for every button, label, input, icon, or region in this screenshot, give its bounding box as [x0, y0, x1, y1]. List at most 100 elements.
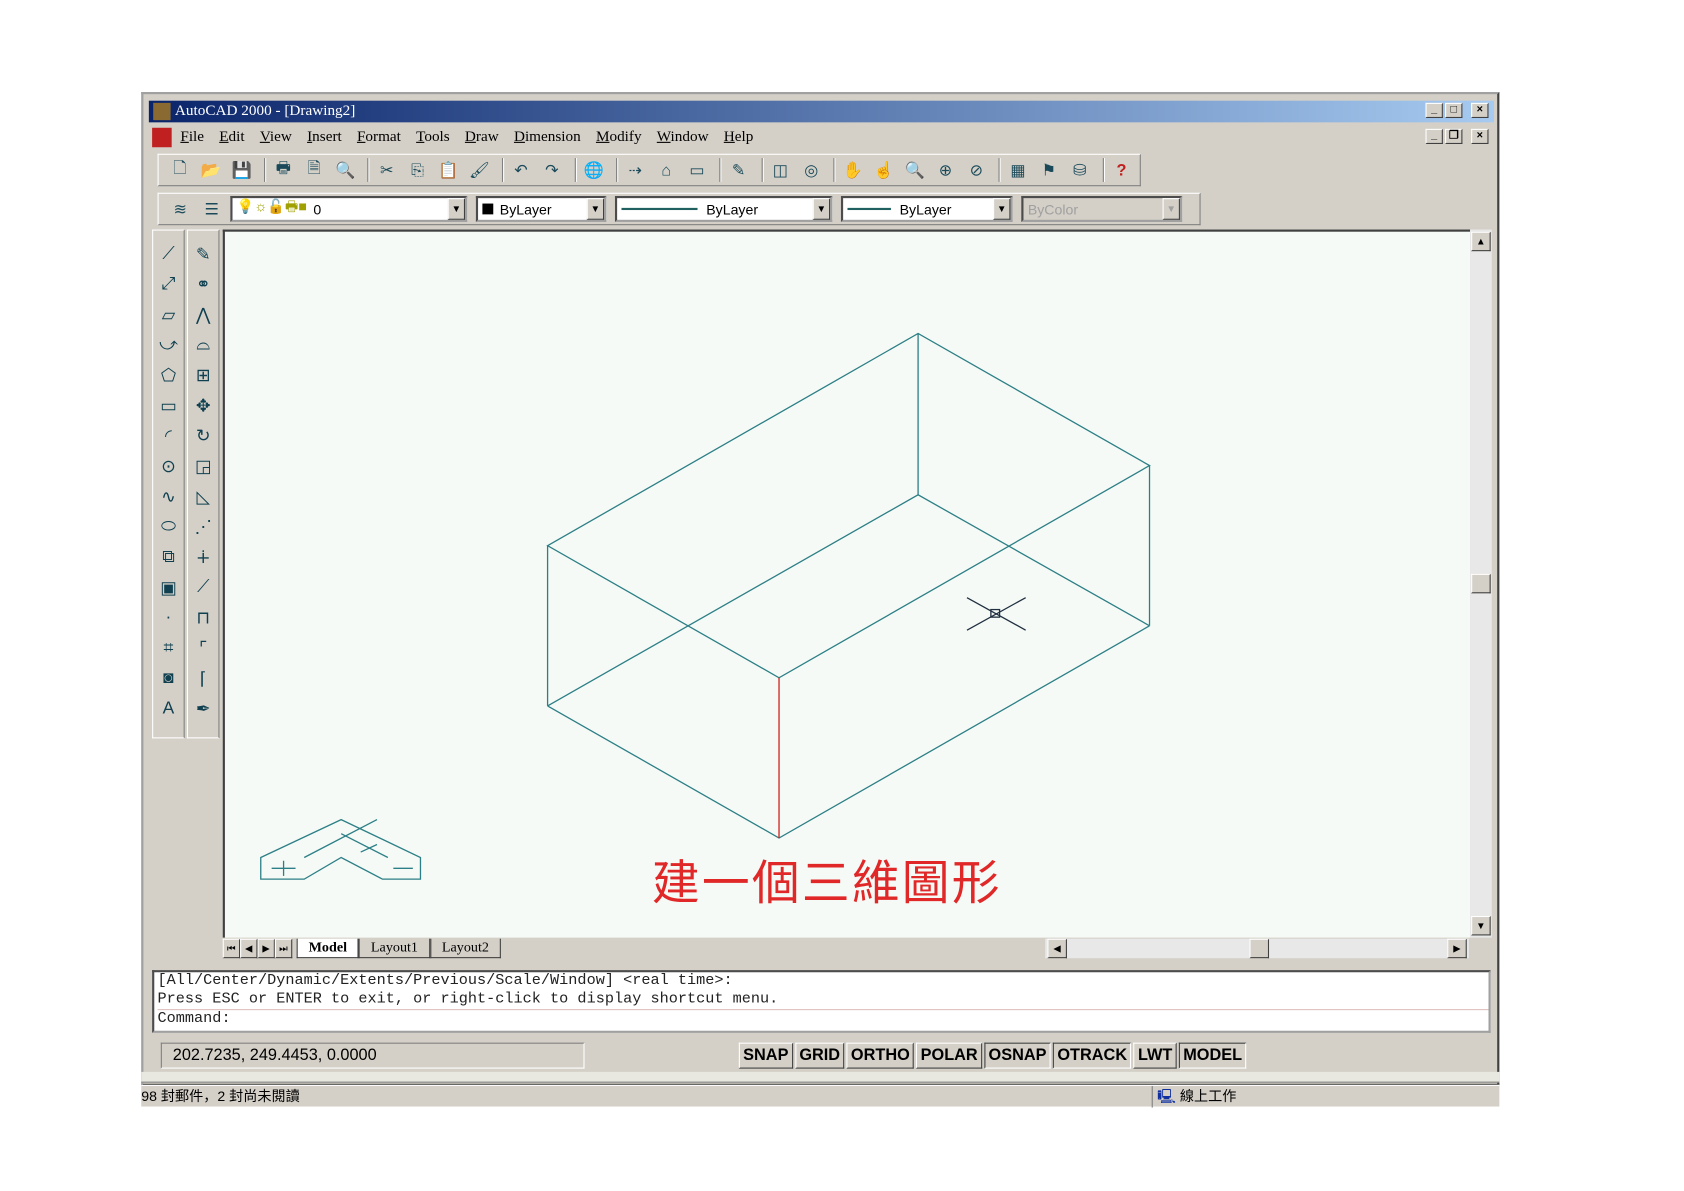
- save-icon[interactable]: 💾: [229, 158, 254, 182]
- layers-icon[interactable]: ☰: [199, 197, 225, 221]
- hatch-icon[interactable]: ⌗: [153, 634, 183, 662]
- undo-icon[interactable]: ↶: [508, 158, 533, 182]
- polyline-icon[interactable]: ▱: [153, 301, 183, 329]
- redraw-icon[interactable]: ✎: [726, 158, 751, 182]
- rectangle-icon[interactable]: ▭: [153, 392, 183, 420]
- vertical-scrollbar[interactable]: ▲ ▼: [1470, 229, 1492, 938]
- print-preview-icon[interactable]: 🗎: [302, 158, 327, 182]
- hyperlink-icon[interactable]: 🌐: [581, 158, 606, 182]
- insert-block-icon[interactable]: ⧉: [153, 544, 183, 572]
- ucs-icon[interactable]: ⌂: [653, 158, 678, 182]
- scroll-right-button[interactable]: ▶: [1447, 938, 1467, 959]
- menu-dimension[interactable]: Dimension: [514, 129, 581, 146]
- erase-icon[interactable]: ✎: [188, 240, 218, 268]
- spline-icon[interactable]: ∿: [153, 483, 183, 511]
- minimize-button[interactable]: _: [1425, 102, 1443, 119]
- layer-dropdown[interactable]: 💡☼🔓🖶■ 0 ▼: [230, 195, 468, 222]
- menu-help[interactable]: Help: [724, 129, 754, 146]
- menu-tools[interactable]: Tools: [416, 129, 450, 146]
- paste-icon[interactable]: 📋: [436, 158, 461, 182]
- text-icon[interactable]: A: [153, 695, 183, 723]
- explode-icon[interactable]: ✒: [188, 695, 218, 723]
- otrack-toggle[interactable]: OTRACK: [1053, 1042, 1132, 1069]
- chevron-down-icon[interactable]: ▼: [447, 198, 466, 220]
- command-prompt[interactable]: Command:: [157, 1009, 1489, 1028]
- menu-window[interactable]: Window: [657, 129, 709, 146]
- chevron-down-icon[interactable]: ▼: [993, 198, 1011, 220]
- ellipse-icon[interactable]: ⬭: [153, 513, 183, 541]
- make-layer-current-icon[interactable]: ≋: [167, 197, 193, 221]
- tab-layout1[interactable]: Layout1: [358, 938, 430, 959]
- menu-draw[interactable]: Draw: [465, 129, 499, 146]
- fillet-icon[interactable]: ⌈: [188, 665, 218, 693]
- 3d-orbit-icon[interactable]: ◎: [799, 158, 824, 182]
- close-button[interactable]: ×: [1471, 102, 1489, 119]
- trim-icon[interactable]: ∔: [188, 544, 218, 572]
- lineweight-dropdown[interactable]: ByLayer ▼: [840, 195, 1013, 222]
- osnap-toggle[interactable]: OSNAP: [984, 1042, 1051, 1069]
- menu-view[interactable]: View: [260, 129, 292, 146]
- polygon-arc-icon[interactable]: ⤻: [153, 331, 183, 359]
- zoom-realtime-icon[interactable]: 🔍: [902, 158, 927, 182]
- doc-close-button[interactable]: ×: [1471, 128, 1489, 144]
- tracking-icon[interactable]: ⇢: [623, 158, 648, 182]
- scroll-down-button[interactable]: ▼: [1471, 915, 1491, 936]
- inquiry-icon[interactable]: ▭: [684, 158, 709, 182]
- tab-model[interactable]: Model: [296, 938, 359, 959]
- lwt-toggle[interactable]: LWT: [1133, 1042, 1177, 1069]
- snap-toggle[interactable]: SNAP: [738, 1042, 793, 1069]
- new-icon[interactable]: 🗋: [167, 158, 192, 182]
- region-icon[interactable]: ◙: [153, 665, 183, 693]
- point-icon[interactable]: ·: [153, 604, 183, 632]
- command-window[interactable]: [All/Center/Dynamic/Extents/Previous/Sca…: [152, 970, 1491, 1033]
- color-dropdown[interactable]: ByLayer ▼: [475, 195, 607, 222]
- line-icon[interactable]: ⟋: [153, 240, 183, 268]
- move-icon[interactable]: ✥: [188, 392, 218, 420]
- pan-realtime-icon[interactable]: ☝: [871, 158, 896, 182]
- menu-edit[interactable]: Edit: [219, 129, 244, 146]
- rotate-icon[interactable]: ↻: [188, 422, 218, 450]
- scale-icon[interactable]: ◲: [188, 453, 218, 481]
- zoom-previous-icon[interactable]: ⊘: [964, 158, 989, 182]
- first-tab-button[interactable]: ⏮: [222, 938, 241, 959]
- aerial-view-icon[interactable]: ◫: [768, 158, 793, 182]
- scroll-left-button[interactable]: ◀: [1047, 938, 1067, 959]
- prev-tab-button[interactable]: ◀: [240, 938, 258, 959]
- match-properties-icon[interactable]: 🖌: [467, 158, 492, 182]
- copy-icon[interactable]: ⎘: [405, 158, 430, 182]
- next-tab-button[interactable]: ▶: [257, 938, 275, 959]
- scroll-up-button[interactable]: ▲: [1471, 231, 1491, 252]
- lengthen-icon[interactable]: ⋰: [188, 513, 218, 541]
- menu-modify[interactable]: Modify: [596, 129, 642, 146]
- polygon-icon[interactable]: ⬠: [153, 362, 183, 390]
- array-icon[interactable]: ⊞: [188, 362, 218, 390]
- tab-layout2[interactable]: Layout2: [429, 938, 501, 959]
- properties-icon[interactable]: ▦: [1005, 158, 1030, 182]
- chevron-down-icon[interactable]: ▼: [586, 198, 605, 220]
- circle-icon[interactable]: ⊙: [153, 453, 183, 481]
- drawing-area[interactable]: 建一個三維圖形: [222, 229, 1471, 938]
- help-icon[interactable]: ?: [1109, 158, 1134, 182]
- menu-format[interactable]: Format: [357, 129, 401, 146]
- design-center-icon[interactable]: ⚑: [1036, 158, 1061, 182]
- offset-icon[interactable]: ⌓: [188, 331, 218, 359]
- extend-icon[interactable]: ⟋: [188, 574, 218, 602]
- grid-toggle[interactable]: GRID: [794, 1042, 845, 1069]
- menu-insert[interactable]: Insert: [307, 129, 342, 146]
- break-icon[interactable]: ⊓: [188, 604, 218, 632]
- pan-icon[interactable]: ✋: [840, 158, 865, 182]
- find-icon[interactable]: 🔍: [332, 158, 357, 182]
- model-toggle[interactable]: MODEL: [1178, 1042, 1247, 1069]
- cut-icon[interactable]: ✂: [374, 158, 399, 182]
- doc-restore-button[interactable]: ❐: [1445, 128, 1463, 144]
- open-icon[interactable]: 📂: [198, 158, 223, 182]
- menu-file[interactable]: File: [180, 129, 204, 146]
- maximize-button[interactable]: □: [1445, 102, 1463, 119]
- stretch-icon[interactable]: ◺: [188, 483, 218, 511]
- horizontal-scrollbar[interactable]: ◀ ▶: [1045, 938, 1469, 959]
- make-block-icon[interactable]: ▣: [153, 574, 183, 602]
- hscroll-thumb[interactable]: [1249, 938, 1270, 959]
- last-tab-button[interactable]: ⏭: [274, 938, 293, 959]
- polar-toggle[interactable]: POLAR: [916, 1042, 983, 1069]
- zoom-window-icon[interactable]: ⊕: [933, 158, 958, 182]
